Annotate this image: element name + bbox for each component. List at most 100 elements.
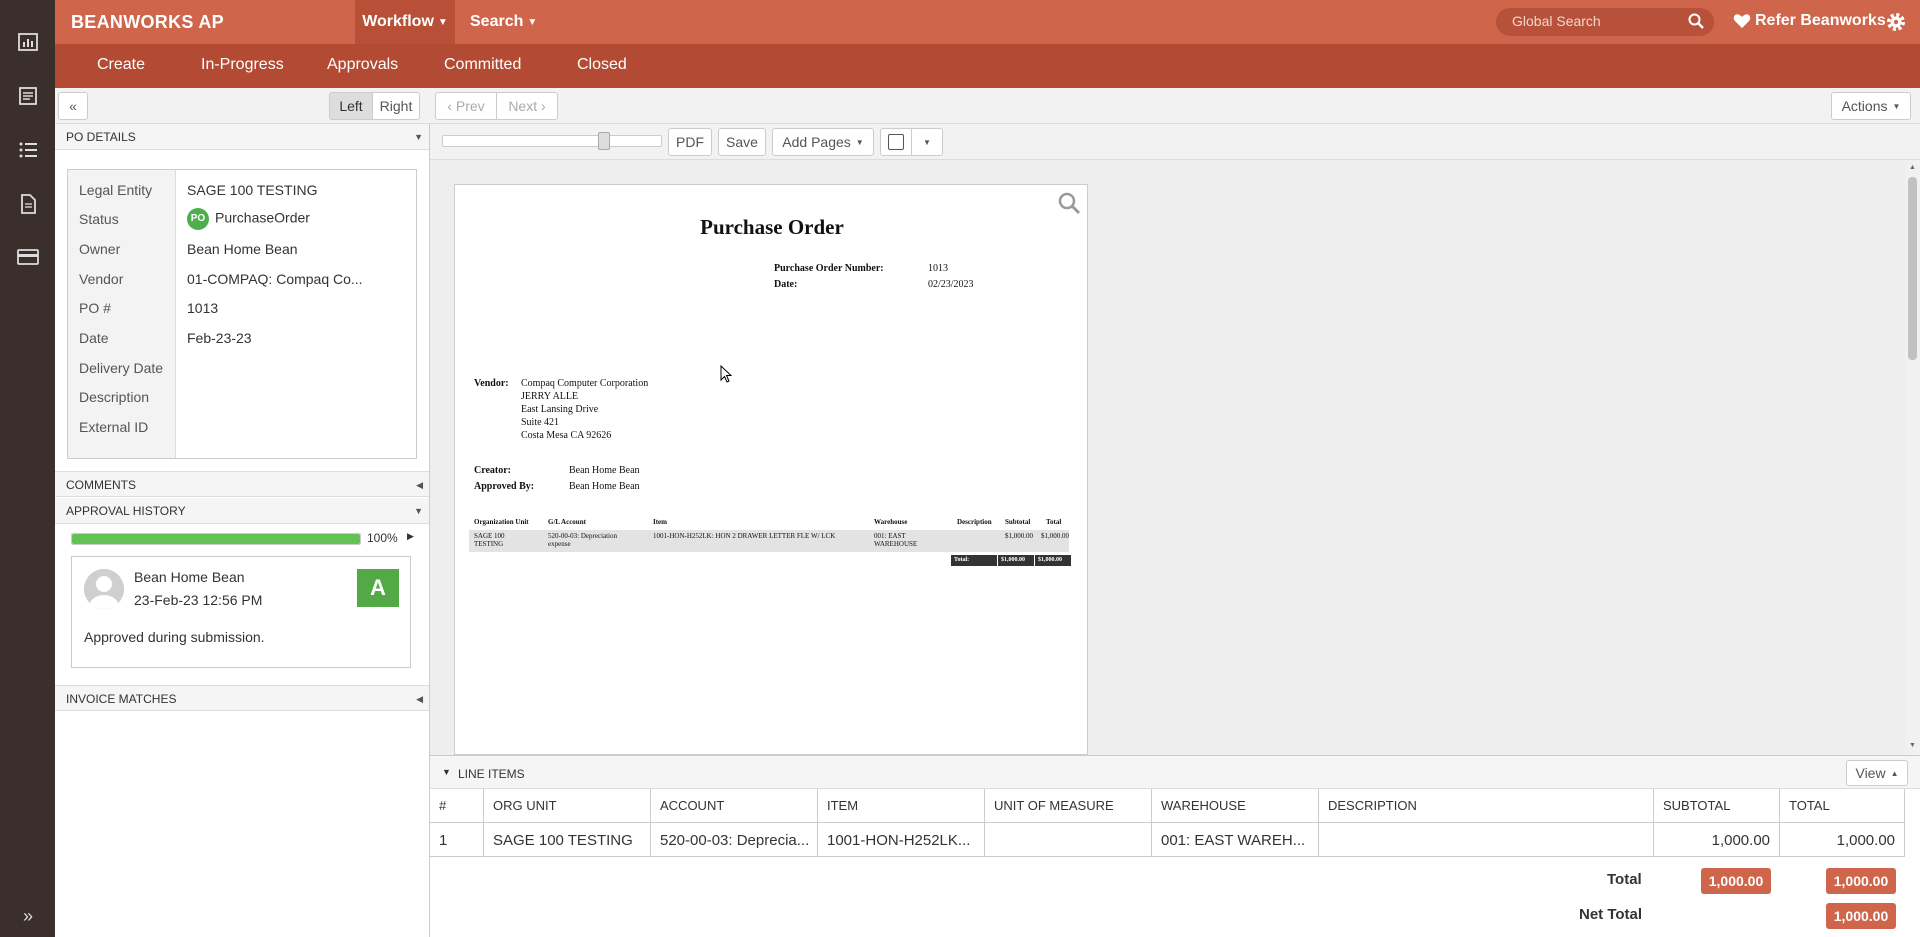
save-button[interactable]: Save [718, 128, 766, 156]
select-checkbox[interactable] [880, 128, 912, 156]
field-label-po-number: PO # [79, 300, 111, 316]
po-details-card: Legal Entity SAGE 100 TESTING Status PO P… [67, 169, 417, 459]
payment-card-icon[interactable] [16, 245, 40, 269]
net-total-badge: 1,000.00 [1826, 903, 1896, 929]
field-label-description: Description [79, 389, 150, 405]
caret-left-icon: ◀ [416, 480, 423, 490]
cell-warehouse[interactable]: 001: EAST WAREH... [1152, 823, 1319, 857]
view-dropdown[interactable]: View ▲ [1846, 760, 1908, 786]
cell-account[interactable]: 520-00-03: Deprecia... [651, 823, 818, 857]
scroll-up-icon[interactable]: ▲ [1909, 164, 1916, 171]
search-icon[interactable] [1688, 13, 1704, 29]
net-total-label: Net Total [1579, 906, 1643, 923]
layout-left-button[interactable]: Left [329, 92, 373, 120]
total-subtotal-badge: 1,000.00 [1701, 868, 1771, 894]
doc-total-subtotal: $1,000.00 [998, 555, 1034, 566]
field-label-vendor: Vendor [79, 271, 124, 287]
subnav-in-progress[interactable]: In-Progress [201, 56, 284, 74]
cell-unit-of-measure[interactable] [985, 823, 1152, 857]
invoices-icon[interactable] [16, 84, 40, 108]
subnav-approvals[interactable]: Approvals [327, 56, 398, 74]
col-header-subtotal[interactable]: SUBTOTAL [1654, 789, 1780, 823]
total-label: Total [1607, 871, 1642, 888]
avatar [84, 569, 124, 609]
doc-vendor-line: Suite 421 [521, 417, 560, 428]
cell-item[interactable]: 1001-HON-H252LK... [818, 823, 985, 857]
collapse-panel-button[interactable]: « [58, 92, 88, 120]
caret-left-icon: ◀ [416, 694, 423, 704]
dashboard-chart-icon[interactable] [16, 30, 40, 54]
global-search-placeholder: Global Search [1512, 13, 1601, 29]
document-icon[interactable] [16, 192, 40, 216]
invoice-matches-header[interactable]: INVOICE MATCHES ◀ [55, 685, 429, 711]
prev-button[interactable]: ‹ Prev [435, 92, 497, 120]
gear-icon[interactable] [1885, 11, 1907, 33]
doc-td: 001: EAST WAREHOUSE [874, 532, 918, 548]
chevron-down-icon: ▼ [527, 16, 538, 28]
cell-subtotal[interactable]: 1,000.00 [1654, 823, 1780, 857]
doc-td: 1001-HON-H252LK: HON 2 DRAWER LETTER FLE… [653, 532, 836, 540]
col-header-total[interactable]: TOTAL [1780, 789, 1905, 823]
col-header-item[interactable]: ITEM [818, 789, 985, 823]
caret-down-icon: ▼ [1892, 101, 1901, 111]
expand-rail-icon[interactable]: » [16, 904, 40, 928]
pdf-button[interactable]: PDF [668, 128, 712, 156]
approval-date: 23-Feb-23 12:56 PM [134, 592, 263, 608]
caret-right-icon[interactable]: ▶ [407, 531, 414, 542]
magnifier-icon[interactable] [1057, 191, 1081, 215]
po-details-title: PO DETAILS [66, 130, 136, 144]
global-search-input[interactable]: Global Search [1496, 8, 1714, 36]
actions-dropdown[interactable]: Actions ▼ [1831, 92, 1911, 120]
list-icon[interactable] [16, 138, 40, 162]
comments-header[interactable]: COMMENTS ◀ [55, 471, 429, 497]
cell-org-unit[interactable]: SAGE 100 TESTING [484, 823, 651, 857]
nav-workflow-menu[interactable]: Workflow ▼ [355, 0, 455, 44]
subnav-closed[interactable]: Closed [577, 56, 627, 74]
next-button[interactable]: Next › [496, 92, 558, 120]
col-header-description[interactable]: DESCRIPTION [1319, 789, 1654, 823]
po-details-header[interactable]: PO DETAILS ▼ [55, 124, 429, 150]
col-header-number[interactable]: # [430, 789, 484, 823]
col-header-account[interactable]: ACCOUNT [651, 789, 818, 823]
doc-date: 02/23/2023 [928, 279, 974, 290]
top-header: BEANWORKS AP Workflow ▼ Search ▼ Global Se… [55, 0, 1920, 44]
approval-progress-label: 100% [367, 531, 398, 545]
doc-total-total: $1,000.00 [1035, 555, 1071, 566]
zoom-slider-handle[interactable] [598, 132, 610, 150]
status-text: PurchaseOrder [215, 209, 310, 226]
field-label-owner: Owner [79, 241, 121, 257]
scroll-down-icon[interactable]: ▼ [1909, 742, 1916, 749]
add-pages-dropdown[interactable]: Add Pages ▼ [772, 128, 874, 156]
doc-th: Item [653, 518, 667, 526]
layout-right-button[interactable]: Right [372, 92, 420, 120]
doc-th: Subtotal [1005, 518, 1031, 526]
table-row[interactable]: 1 SAGE 100 TESTING 520-00-03: Deprecia..… [430, 823, 1905, 857]
col-header-org-unit[interactable]: ORG UNIT [484, 789, 651, 823]
doc-title: Purchase Order [700, 215, 844, 239]
line-items-header[interactable]: ▼ LINE ITEMS View ▲ [430, 755, 1920, 789]
subnav-committed[interactable]: Committed [444, 56, 521, 74]
select-dropdown-caret[interactable]: ▼ [911, 128, 943, 156]
scrollbar-thumb[interactable] [1908, 177, 1917, 360]
approval-progress-bar [71, 533, 361, 545]
viewer-scrollbar[interactable]: ▲ ▼ [1905, 160, 1920, 755]
field-value-legal-entity: SAGE 100 TESTING [187, 182, 318, 198]
col-header-warehouse[interactable]: WAREHOUSE [1152, 789, 1319, 823]
left-panel: PO DETAILS ▼ Legal Entity SAGE 100 TESTIN… [55, 124, 430, 937]
doc-td: $1,000.00 [1005, 532, 1033, 540]
brand-logo[interactable]: BEANWORKS AP [71, 12, 224, 33]
doc-date-label: Date: [774, 279, 798, 290]
doc-td: $1,000.00 [1041, 532, 1069, 540]
nav-search-menu[interactable]: Search ▼ [470, 0, 550, 44]
approval-history-header[interactable]: APPROVAL HISTORY ▼ [55, 498, 429, 524]
main-toolbar: « Left Right ‹ Prev Next › Actions ▼ [55, 88, 1920, 124]
refer-beanworks-link[interactable]: Refer Beanworks [1733, 12, 1886, 30]
subnav-create[interactable]: Create [97, 56, 145, 74]
doc-th: Warehouse [874, 518, 908, 526]
cell-number: 1 [430, 823, 484, 857]
chevron-down-icon: ▼ [437, 16, 448, 28]
cell-description[interactable] [1319, 823, 1654, 857]
col-header-unit-of-measure[interactable]: UNIT OF MEASURE [985, 789, 1152, 823]
zoom-slider[interactable] [442, 132, 662, 150]
cell-total[interactable]: 1,000.00 [1780, 823, 1905, 857]
